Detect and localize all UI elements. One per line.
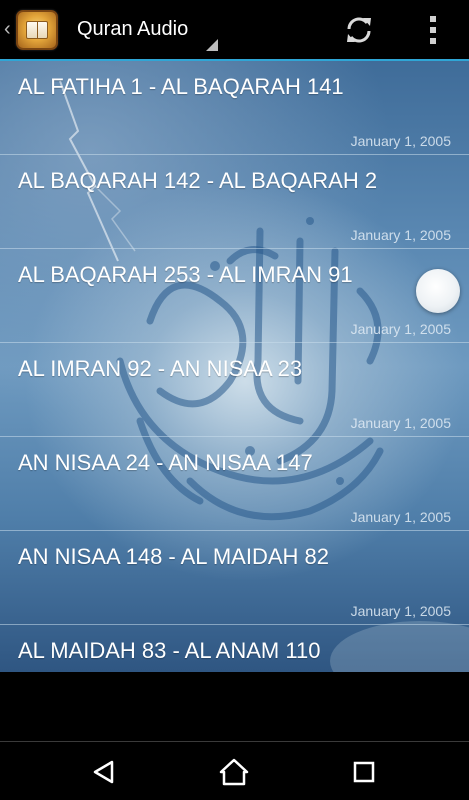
list-item-date: January 1, 2005 bbox=[350, 509, 451, 525]
list-item-date: January 1, 2005 bbox=[350, 415, 451, 431]
ad-banner-area bbox=[0, 672, 469, 742]
list-item[interactable]: AL BAQARAH 253 - AL IMRAN 91 January 1, … bbox=[0, 249, 469, 343]
list-item[interactable]: AL BAQARAH 142 - AL BAQARAH 2 January 1,… bbox=[0, 155, 469, 249]
list-item-title: AN NISAA 24 - AN NISAA 147 bbox=[18, 450, 313, 475]
title-spinner[interactable]: Quran Audio bbox=[77, 0, 219, 59]
refresh-icon bbox=[347, 17, 371, 43]
quran-book-icon bbox=[16, 9, 58, 50]
list-item-title: AL FATIHA 1 - AL BAQARAH 141 bbox=[18, 74, 344, 99]
home-button[interactable] bbox=[204, 752, 264, 792]
list-item[interactable]: AL MAIDAH 83 - AL ANAM 110 bbox=[0, 625, 469, 672]
list-item-date: January 1, 2005 bbox=[350, 133, 451, 149]
app-title: Quran Audio bbox=[77, 18, 189, 40]
list-item-title: AL BAQARAH 253 - AL IMRAN 91 bbox=[18, 262, 353, 287]
chevron-left-icon: ‹ bbox=[4, 18, 11, 40]
content-area: AL FATIHA 1 - AL BAQARAH 141 January 1, … bbox=[0, 61, 469, 672]
list-item-date: January 1, 2005 bbox=[350, 603, 451, 619]
list-item[interactable]: AL FATIHA 1 - AL BAQARAH 141 January 1, … bbox=[0, 61, 469, 155]
list-item-title: AN NISAA 148 - AL MAIDAH 82 bbox=[18, 544, 329, 569]
fast-scroll-thumb[interactable] bbox=[416, 269, 460, 313]
list-item-date: January 1, 2005 bbox=[350, 227, 451, 243]
recents-button[interactable] bbox=[334, 752, 394, 792]
list-item-date: January 1, 2005 bbox=[350, 321, 451, 337]
spinner-arrow-icon bbox=[206, 39, 219, 51]
list-item-title: AL IMRAN 92 - AN NISAA 23 bbox=[18, 356, 303, 381]
recents-icon bbox=[353, 761, 375, 783]
back-button[interactable] bbox=[74, 752, 134, 792]
back-icon bbox=[93, 760, 114, 784]
system-navigation-bar bbox=[0, 742, 469, 800]
overflow-menu-button[interactable] bbox=[414, 8, 452, 52]
list-item[interactable]: AL IMRAN 92 - AN NISAA 23 January 1, 200… bbox=[0, 343, 469, 437]
list-item-title: AL MAIDAH 83 - AL ANAM 110 bbox=[18, 638, 321, 663]
home-icon bbox=[219, 758, 249, 786]
playlist: AL FATIHA 1 - AL BAQARAH 141 January 1, … bbox=[0, 61, 469, 672]
list-item[interactable]: AN NISAA 24 - AN NISAA 147 January 1, 20… bbox=[0, 437, 469, 531]
list-item[interactable]: AN NISAA 148 - AL MAIDAH 82 January 1, 2… bbox=[0, 531, 469, 625]
action-bar: ‹ Quran Audio bbox=[0, 0, 469, 59]
more-vert-icon bbox=[430, 16, 436, 44]
refresh-button[interactable] bbox=[336, 8, 382, 52]
list-item-title: AL BAQARAH 142 - AL BAQARAH 2 bbox=[18, 168, 378, 193]
up-navigation-button[interactable]: ‹ bbox=[0, 0, 58, 59]
